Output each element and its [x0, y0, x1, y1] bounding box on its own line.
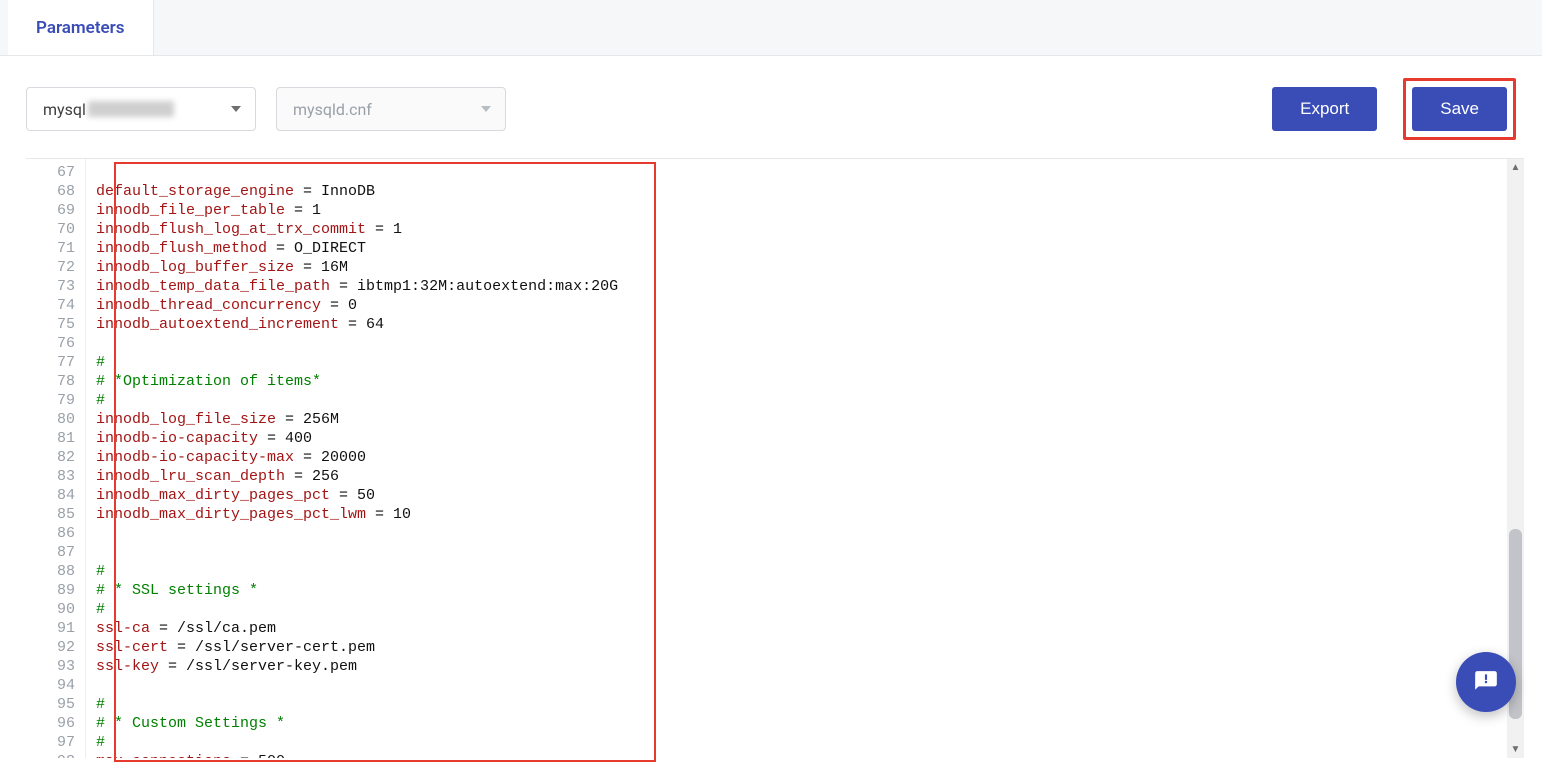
chevron-down-icon — [481, 106, 491, 112]
line-number: 89 — [42, 581, 75, 600]
line-number: 80 — [42, 410, 75, 429]
code-line[interactable]: # — [96, 733, 1524, 752]
line-number: 92 — [42, 638, 75, 657]
code-line[interactable]: # * SSL settings * — [96, 581, 1524, 600]
line-number: 68 — [42, 182, 75, 201]
line-number: 85 — [42, 505, 75, 524]
code-editor[interactable]: 6768697071727374757677787980818283848586… — [26, 158, 1524, 758]
code-line[interactable]: innodb_thread_concurrency = 0 — [96, 296, 1524, 315]
line-number: 98 — [42, 752, 75, 758]
code-line[interactable]: innodb_lru_scan_depth = 256 — [96, 467, 1524, 486]
line-number: 71 — [42, 239, 75, 258]
line-number: 88 — [42, 562, 75, 581]
export-button-label: Export — [1300, 99, 1349, 119]
code-line[interactable]: # — [96, 391, 1524, 410]
code-line[interactable]: # — [96, 353, 1524, 372]
code-line[interactable]: innodb_temp_data_file_path = ibtmp1:32M:… — [96, 277, 1524, 296]
code-line[interactable] — [96, 163, 1524, 182]
chat-fab[interactable] — [1456, 652, 1516, 712]
line-number: 90 — [42, 600, 75, 619]
code-line[interactable] — [96, 543, 1524, 562]
code-line[interactable]: # *Optimization of items* — [96, 372, 1524, 391]
line-number: 87 — [42, 543, 75, 562]
code-line[interactable]: innodb_max_dirty_pages_pct = 50 — [96, 486, 1524, 505]
save-highlight-box: Save — [1403, 78, 1516, 140]
line-number: 94 — [42, 676, 75, 695]
tab-label: Parameters — [36, 18, 125, 38]
code-line[interactable]: default_storage_engine = InnoDB — [96, 182, 1524, 201]
code-line[interactable]: # — [96, 600, 1524, 619]
code-line[interactable] — [96, 524, 1524, 543]
line-number: 86 — [42, 524, 75, 543]
code-line[interactable]: innodb_flush_method = O_DIRECT — [96, 239, 1524, 258]
line-number: 74 — [42, 296, 75, 315]
code-line[interactable]: ssl-ca = /ssl/ca.pem — [96, 619, 1524, 638]
code-line[interactable]: # — [96, 695, 1524, 714]
line-number: 76 — [42, 334, 75, 353]
line-number: 96 — [42, 714, 75, 733]
code-line[interactable]: # * Custom Settings * — [96, 714, 1524, 733]
code-line[interactable]: innodb-io-capacity = 400 — [96, 429, 1524, 448]
code-line[interactable] — [96, 676, 1524, 695]
line-number: 79 — [42, 391, 75, 410]
chat-icon — [1473, 669, 1499, 695]
line-number: 67 — [42, 163, 75, 182]
export-button[interactable]: Export — [1272, 87, 1377, 131]
code-line[interactable]: innodb-io-capacity-max = 20000 — [96, 448, 1524, 467]
line-number: 75 — [42, 315, 75, 334]
line-number: 83 — [42, 467, 75, 486]
line-number: 73 — [42, 277, 75, 296]
code-line[interactable]: ssl-key = /ssl/server-key.pem — [96, 657, 1524, 676]
code-line[interactable]: innodb_log_file_size = 256M — [96, 410, 1524, 429]
code-line[interactable]: max_connections = 500 — [96, 752, 1524, 758]
scroll-down-arrow-icon[interactable]: ▼ — [1507, 741, 1524, 758]
line-number: 93 — [42, 657, 75, 676]
chevron-down-icon — [231, 106, 241, 112]
line-number: 69 — [42, 201, 75, 220]
dataset-select-value: mysql — [43, 100, 86, 119]
code-line[interactable]: # — [96, 562, 1524, 581]
line-number: 78 — [42, 372, 75, 391]
line-number: 97 — [42, 733, 75, 752]
line-number: 70 — [42, 220, 75, 239]
scroll-up-arrow-icon[interactable]: ▲ — [1507, 159, 1524, 176]
dataset-select-blur — [88, 101, 174, 117]
code-line[interactable]: innodb_autoextend_increment = 64 — [96, 315, 1524, 334]
line-number-gutter: 6768697071727374757677787980818283848586… — [26, 159, 86, 758]
file-select-value: mysqld.cnf — [293, 100, 372, 119]
code-line[interactable]: innodb_max_dirty_pages_pct_lwm = 10 — [96, 505, 1524, 524]
dataset-select[interactable]: mysql — [26, 87, 256, 131]
code-line[interactable]: ssl-cert = /ssl/server-cert.pem — [96, 638, 1524, 657]
code-area[interactable]: default_storage_engine = InnoDBinnodb_fi… — [86, 159, 1524, 758]
line-number: 72 — [42, 258, 75, 277]
code-line[interactable]: innodb_file_per_table = 1 — [96, 201, 1524, 220]
code-line[interactable]: innodb_log_buffer_size = 16M — [96, 258, 1524, 277]
line-number: 77 — [42, 353, 75, 372]
file-select[interactable]: mysqld.cnf — [276, 87, 506, 131]
line-number: 84 — [42, 486, 75, 505]
toolbar: mysql mysqld.cnf Export Save — [0, 56, 1542, 158]
line-number: 95 — [42, 695, 75, 714]
code-line[interactable] — [96, 334, 1524, 353]
tab-parameters[interactable]: Parameters — [8, 0, 154, 55]
line-number: 81 — [42, 429, 75, 448]
line-number: 82 — [42, 448, 75, 467]
save-button-label: Save — [1440, 99, 1479, 119]
line-number: 91 — [42, 619, 75, 638]
code-line[interactable]: innodb_flush_log_at_trx_commit = 1 — [96, 220, 1524, 239]
save-button[interactable]: Save — [1412, 87, 1507, 131]
tab-bar: Parameters — [0, 0, 1542, 56]
